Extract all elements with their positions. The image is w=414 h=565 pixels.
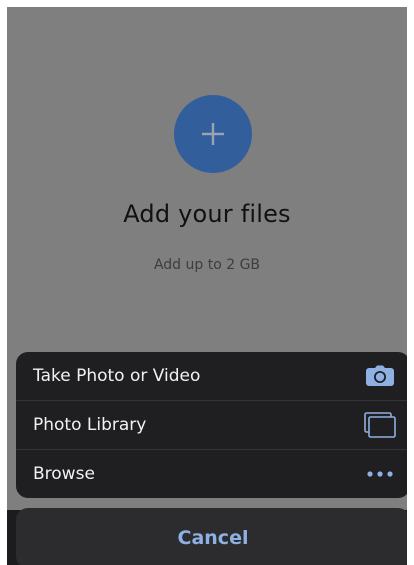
action-sheet: Take Photo or Video Photo Library Browse	[16, 352, 407, 498]
add-files-button[interactable]	[174, 95, 252, 173]
photo-library-option[interactable]: Photo Library	[16, 400, 407, 449]
camera-icon	[363, 361, 397, 391]
photo-library-icon	[363, 410, 397, 440]
option-label: Photo Library	[33, 415, 147, 435]
page-subtitle: Add up to 2 GB	[153, 257, 261, 273]
screen: Add your files Add up to 2 GB Take Photo…	[7, 7, 407, 565]
more-dots-icon	[363, 459, 397, 489]
take-photo-or-video-option[interactable]: Take Photo or Video	[16, 352, 407, 400]
browse-option[interactable]: Browse	[16, 449, 407, 498]
cancel-button[interactable]: Cancel	[16, 508, 407, 565]
option-label: Take Photo or Video	[33, 366, 201, 386]
page-title: Add your files	[123, 200, 291, 228]
option-label: Browse	[33, 464, 95, 484]
plus-icon	[202, 123, 224, 145]
